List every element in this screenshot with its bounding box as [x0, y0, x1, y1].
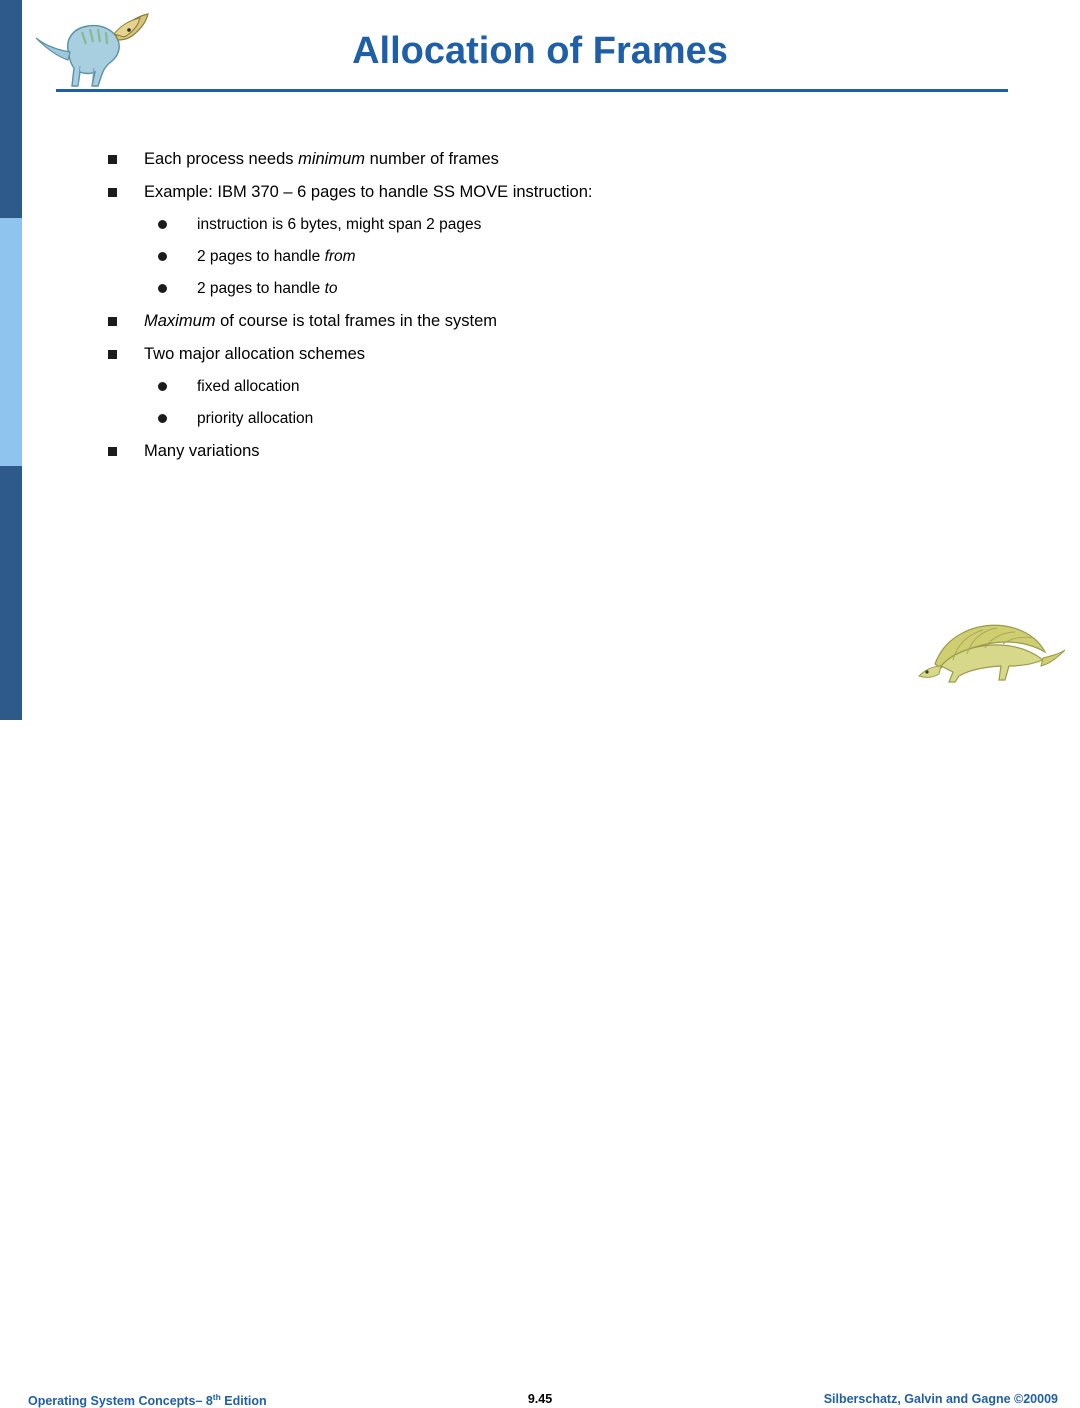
round-bullet-icon [158, 408, 197, 429]
square-bullet-icon [108, 446, 117, 456]
bullet-list: Each process needs minimum number of fra… [0, 148, 1080, 473]
bullet-item: priority allocation [0, 408, 1080, 429]
bullet-item: 2 pages to handle from [0, 246, 1080, 267]
bullet-text: Maximum of course is total frames in the… [144, 310, 497, 332]
bullet-text-emphasis: Maximum [144, 312, 216, 330]
bullet-text: 2 pages to handle from [197, 246, 356, 267]
bullet-item: Many variations [0, 440, 1080, 462]
bullet-item: Two major allocation schemes [0, 343, 1080, 365]
square-bullet-icon [108, 154, 117, 164]
round-bullet-icon [158, 246, 197, 267]
square-bullet-icon [108, 148, 144, 170]
bullet-text-segment: Two major allocation schemes [144, 345, 366, 363]
bullet-text-segment: 2 pages to handle [197, 280, 325, 297]
bullet-item: instruction is 6 bytes, might span 2 pag… [0, 214, 1080, 235]
bullet-text-segment: Each process needs [144, 150, 299, 168]
round-bullet-icon [158, 382, 167, 391]
sidebar-segment-bottom [0, 466, 22, 720]
bullet-text-emphasis: minimum [298, 150, 366, 168]
bullet-text-segment: Example: IBM 370 – 6 pages to handle SS … [144, 183, 593, 201]
round-bullet-icon [158, 284, 167, 293]
bullet-item: Each process needs minimum number of fra… [0, 148, 1080, 170]
bullet-text-emphasis: from [324, 248, 356, 265]
bullet-item: Maximum of course is total frames in the… [0, 310, 1080, 332]
bullet-text: Example: IBM 370 – 6 pages to handle SS … [144, 181, 593, 203]
bullet-text-segment: of course is total frames in the system [215, 312, 498, 330]
page-title: Allocation of Frames [352, 30, 728, 72]
footer: Operating System Concepts– 8th Edition 9… [0, 690, 1080, 1408]
bullet-text: Two major allocation schemes [144, 343, 365, 365]
bullet-item: Example: IBM 370 – 6 pages to handle SS … [0, 181, 1080, 203]
square-bullet-icon [108, 187, 117, 197]
bullet-text-segment: 2 pages to handle [197, 248, 325, 265]
square-bullet-icon [108, 440, 144, 462]
square-bullet-icon [108, 316, 117, 326]
bullet-text: Each process needs minimum number of fra… [144, 148, 499, 170]
square-bullet-icon [108, 310, 144, 332]
bullet-item: fixed allocation [0, 376, 1080, 397]
round-bullet-icon [158, 376, 197, 397]
bullet-item: 2 pages to handle to [0, 278, 1080, 299]
round-bullet-icon [158, 220, 167, 229]
square-bullet-icon [108, 181, 144, 203]
bullet-text-segment: fixed allocation [197, 378, 300, 395]
bullet-text-segment: number of frames [365, 150, 499, 168]
round-bullet-icon [158, 252, 167, 261]
bullet-text: priority allocation [197, 408, 313, 429]
square-bullet-icon [108, 349, 117, 359]
footer-copyright: Silberschatz, Galvin and Gagne ©20009 [823, 1392, 1058, 1406]
bullet-text: fixed allocation [197, 376, 300, 397]
title-divider [56, 89, 1008, 92]
square-bullet-icon [108, 343, 144, 365]
bullet-text-segment: Many variations [144, 442, 260, 460]
dinosaur-logo-icon [905, 612, 1066, 692]
round-bullet-icon [158, 414, 167, 423]
round-bullet-icon [158, 278, 197, 299]
bullet-text-segment: instruction is 6 bytes, might span 2 pag… [197, 216, 482, 233]
bullet-text: instruction is 6 bytes, might span 2 pag… [197, 214, 481, 235]
bullet-text-emphasis: to [324, 280, 338, 297]
bullet-text: Many variations [144, 440, 260, 462]
round-bullet-icon [158, 214, 197, 235]
bullet-text-segment: priority allocation [197, 410, 314, 427]
bullet-text: 2 pages to handle to [197, 278, 338, 299]
